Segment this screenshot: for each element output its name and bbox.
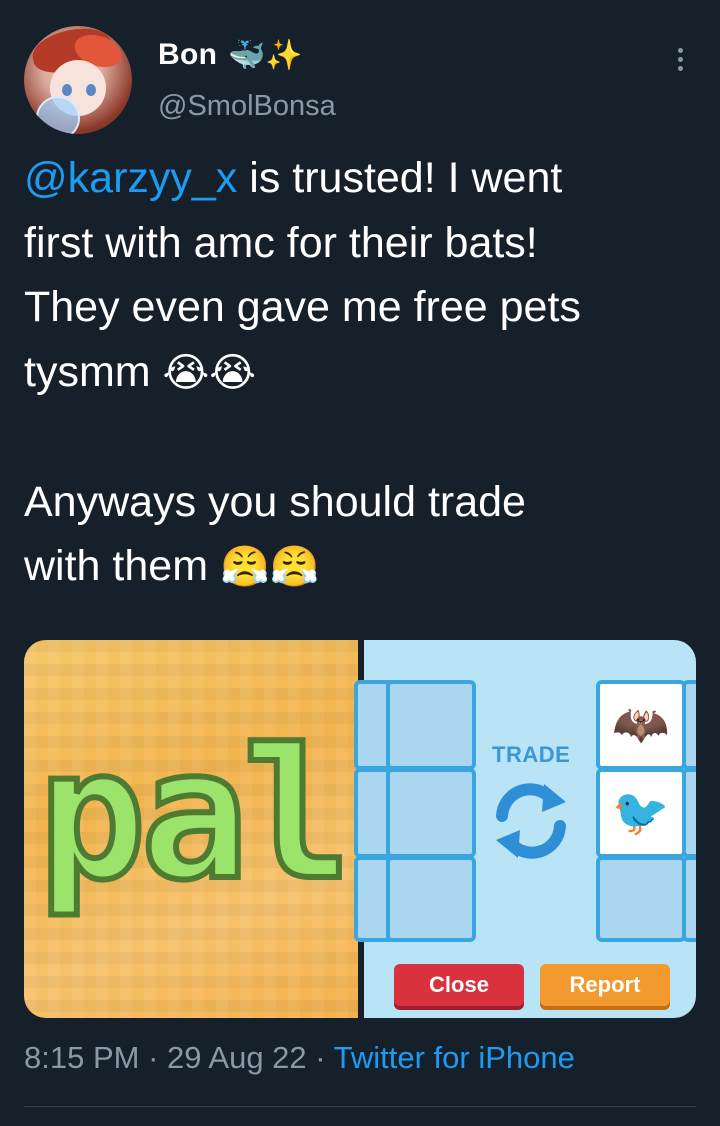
tweet-line-6: Anyways you should trade — [24, 477, 526, 526]
trade-slot — [596, 856, 686, 942]
pixelated-text: pal — [35, 711, 354, 920]
avatar-eye — [62, 84, 72, 96]
more-dot — [678, 66, 683, 71]
media-image-left[interactable]: pal — [24, 640, 358, 1018]
tweet-time[interactable]: 8:15 PM — [24, 1040, 139, 1075]
author-handle[interactable]: @SmolBonsa — [158, 90, 336, 123]
trade-label: TRADE — [492, 742, 571, 767]
close-button: Close — [394, 964, 524, 1006]
steam-face-emoji: 😤😤 — [219, 544, 320, 590]
tweet-date[interactable]: 29 Aug 22 — [167, 1040, 307, 1075]
tweet-text: @karzyy_x is trusted! I went first with … — [24, 146, 696, 600]
more-dot — [678, 57, 683, 62]
meta-separator: · — [139, 1040, 168, 1075]
crying-face-emoji: 😭😭 — [162, 349, 257, 396]
tweet-line-3: They even gave me free pets — [24, 283, 581, 331]
trade-slot — [386, 768, 476, 858]
trade-slot — [386, 856, 476, 942]
tweet-source-link[interactable]: Twitter for iPhone — [334, 1040, 575, 1075]
avatar[interactable] — [24, 26, 132, 134]
avatar-bubble — [36, 96, 80, 134]
divider-line — [24, 1106, 696, 1107]
avatar-eye — [86, 84, 96, 96]
trade-slot — [682, 680, 696, 770]
refresh-icon — [496, 783, 566, 859]
tweet-line-2: first with amc for their bats! — [24, 218, 538, 267]
trade-slot — [682, 768, 696, 858]
tweet-line-7: with them — [24, 542, 220, 590]
media-image-right[interactable]: TRADE 🦇 🐦 Close Report — [354, 640, 696, 1018]
bat-pet-icon: 🦇 — [612, 698, 670, 750]
tweet-media[interactable]: pal TRADE 🦇 🐦 Close Report — [24, 640, 696, 1018]
tweet-meta: 8:15 PM · 29 Aug 22 · Twitter for iPhone — [24, 1040, 575, 1076]
more-options-icon[interactable] — [664, 42, 696, 76]
trade-slot — [682, 856, 696, 942]
more-dot — [678, 48, 683, 53]
tweet-line-4: tysmm — [24, 347, 163, 396]
meta-separator: · — [306, 1040, 334, 1075]
trade-slot — [386, 680, 476, 770]
mention-link[interactable]: @karzyy_x — [24, 154, 237, 202]
tweet-line-1: is trusted! I went — [237, 154, 563, 202]
author-name[interactable]: Bon — [158, 38, 217, 72]
author-name-emoji: 🐳✨ — [228, 39, 303, 72]
report-button: Report — [540, 964, 670, 1006]
cardinal-pet-icon: 🐦 — [612, 786, 670, 838]
